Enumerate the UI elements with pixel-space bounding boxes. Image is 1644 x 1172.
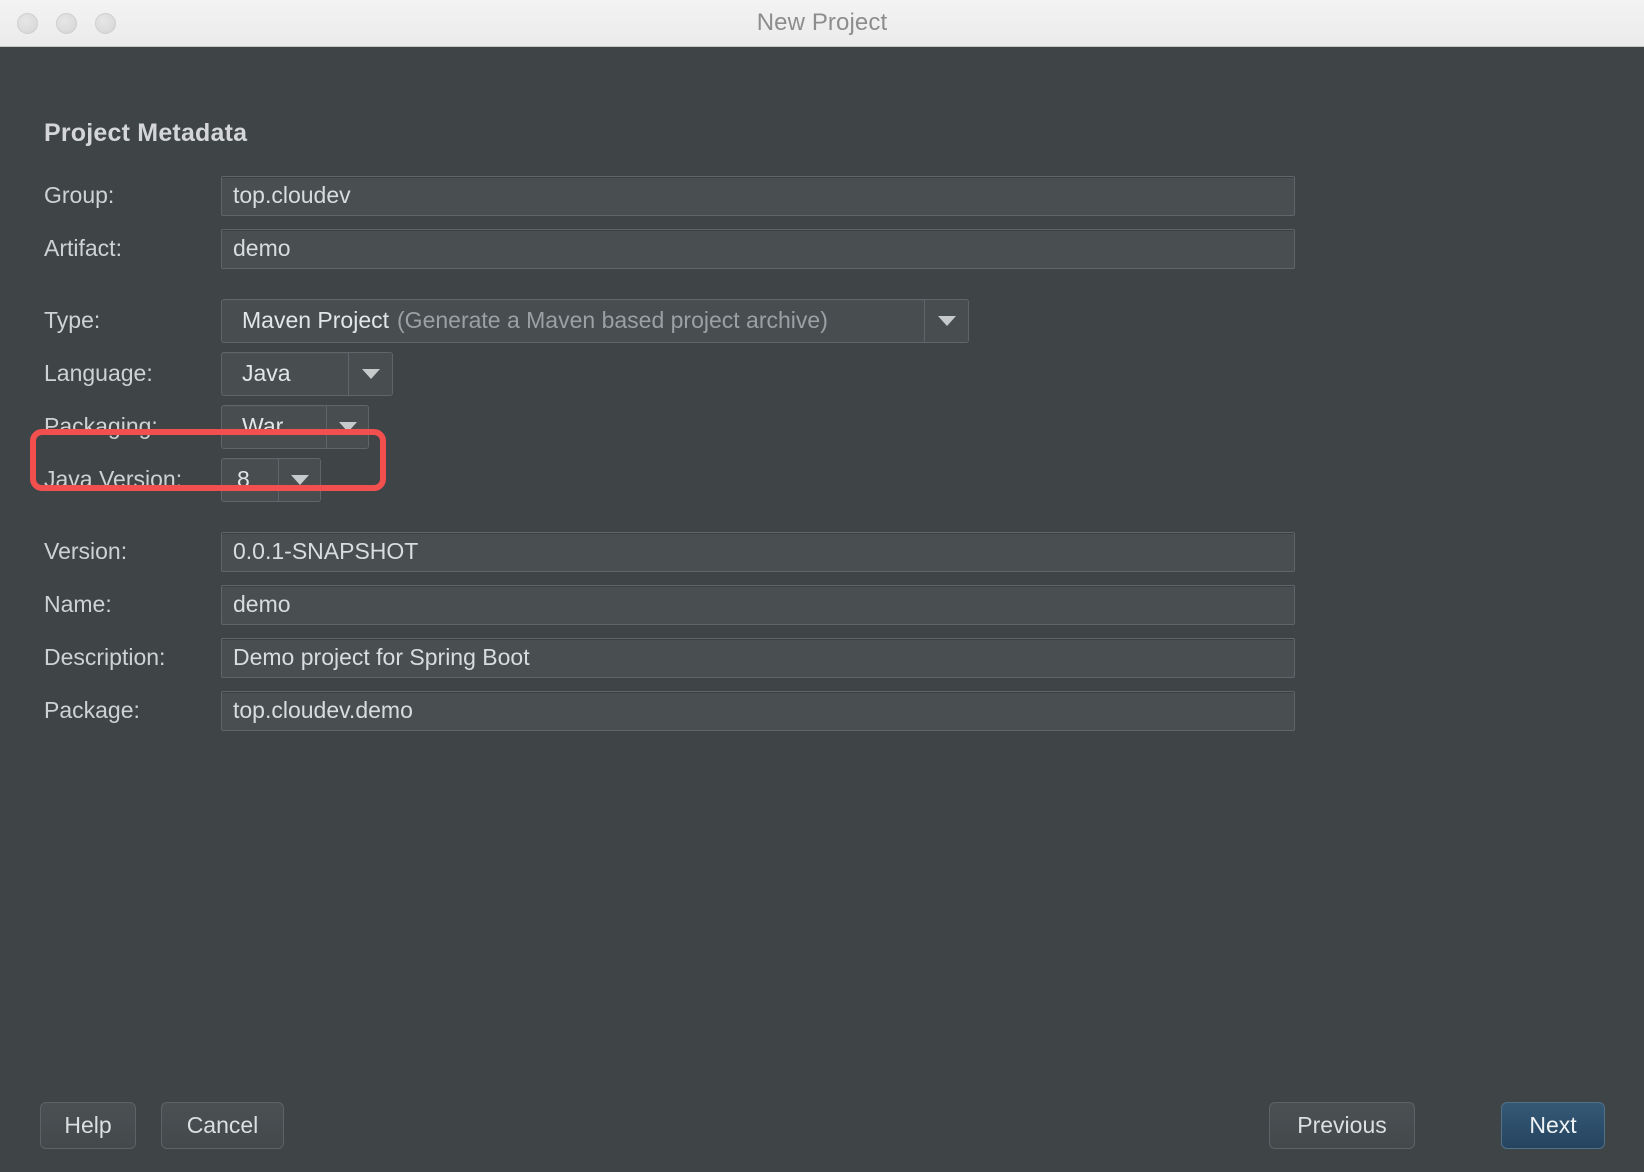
type-dropdown-value: Maven Project (Generate a Maven based pr… [222, 300, 924, 342]
packaging-field-wrap: War [221, 404, 369, 449]
packaging-dropdown-value: War [242, 413, 284, 439]
help-button[interactable]: Help [40, 1102, 136, 1149]
form-row-language: Language: Java [0, 347, 1644, 400]
type-dropdown-arrow[interactable] [924, 299, 968, 342]
group-label: Group: [44, 182, 115, 208]
version-label: Version: [44, 538, 128, 564]
window-titlebar: New Project [0, 0, 1644, 47]
project-metadata-form: Group: top.cloudev Artifact: demo Type: [0, 169, 1644, 737]
page-title: Project Metadata [44, 119, 248, 147]
chevron-down-icon [338, 421, 357, 432]
minimize-icon[interactable] [56, 12, 77, 34]
chevron-down-icon [290, 474, 309, 485]
type-field-wrap: Maven Project (Generate a Maven based pr… [221, 298, 969, 343]
language-dropdown-arrow[interactable] [348, 352, 392, 395]
chevron-down-icon [937, 315, 956, 326]
name-label: Name: [44, 591, 112, 617]
version-field-wrap: 0.0.1-SNAPSHOT [221, 531, 1295, 572]
artifact-field-wrap: demo [221, 228, 1295, 269]
description-label: Description: [44, 644, 166, 670]
artifact-input[interactable]: demo [221, 228, 1295, 269]
packaging-dropdown[interactable]: War [221, 404, 369, 449]
package-field-wrap: top.cloudev.demo [221, 690, 1295, 731]
type-dropdown[interactable]: Maven Project (Generate a Maven based pr… [221, 298, 969, 343]
version-input[interactable]: 0.0.1-SNAPSHOT [221, 531, 1295, 572]
java-version-dropdown[interactable]: 8 [221, 457, 321, 502]
zoom-icon[interactable] [95, 12, 116, 34]
java-version-dropdown-value: 8 [237, 466, 250, 492]
form-row-package: Package: top.cloudev.demo [0, 684, 1644, 737]
dialog-footer: Help Cancel Previous Next [0, 1062, 1644, 1172]
name-input[interactable]: demo [221, 584, 1295, 625]
package-label: Package: [44, 697, 140, 723]
form-row-type: Type: Maven Project (Generate a Maven ba… [0, 294, 1644, 347]
description-input[interactable]: Demo project for Spring Boot [221, 637, 1295, 678]
form-row-group: Group: top.cloudev [0, 169, 1644, 222]
language-field-wrap: Java [221, 351, 393, 396]
type-label: Type: [44, 307, 101, 333]
cancel-button[interactable]: Cancel [161, 1102, 284, 1149]
dialog-content: Project Metadata Group: top.cloudev Arti… [0, 47, 1644, 1172]
group-input[interactable]: top.cloudev [221, 175, 1295, 216]
description-field-wrap: Demo project for Spring Boot [221, 637, 1295, 678]
close-icon[interactable] [17, 12, 38, 34]
next-button[interactable]: Next [1501, 1102, 1605, 1149]
form-row-java-version: Java Version: 8 [0, 453, 1644, 506]
previous-button[interactable]: Previous [1269, 1102, 1415, 1149]
language-dropdown-value: Java [242, 360, 291, 386]
java-version-field-wrap: 8 [221, 457, 321, 502]
type-value-main: Maven Project [242, 307, 390, 333]
form-row-artifact: Artifact: demo [0, 222, 1644, 275]
window-controls [17, 0, 116, 46]
form-row-name: Name: demo [0, 578, 1644, 631]
chevron-down-icon [361, 368, 380, 379]
form-row-description: Description: Demo project for Spring Boo… [0, 631, 1644, 684]
language-dropdown[interactable]: Java [221, 351, 393, 396]
type-value-hint: (Generate a Maven based project archive) [397, 307, 828, 333]
java-version-label: Java Version: [44, 466, 183, 492]
form-row-packaging: Packaging: War [0, 400, 1644, 453]
language-label: Language: [44, 360, 153, 386]
packaging-dropdown-arrow[interactable] [326, 405, 368, 448]
artifact-label: Artifact: [44, 235, 122, 261]
group-field-wrap: top.cloudev [221, 175, 1295, 216]
new-project-dialog: New Project Project Metadata Group: top.… [0, 0, 1644, 1172]
java-version-dropdown-arrow[interactable] [278, 458, 320, 501]
package-input[interactable]: top.cloudev.demo [221, 690, 1295, 731]
packaging-label: Packaging: [44, 413, 158, 439]
name-field-wrap: demo [221, 584, 1295, 625]
form-row-version: Version: 0.0.1-SNAPSHOT [0, 525, 1644, 578]
window-title: New Project [756, 9, 888, 36]
